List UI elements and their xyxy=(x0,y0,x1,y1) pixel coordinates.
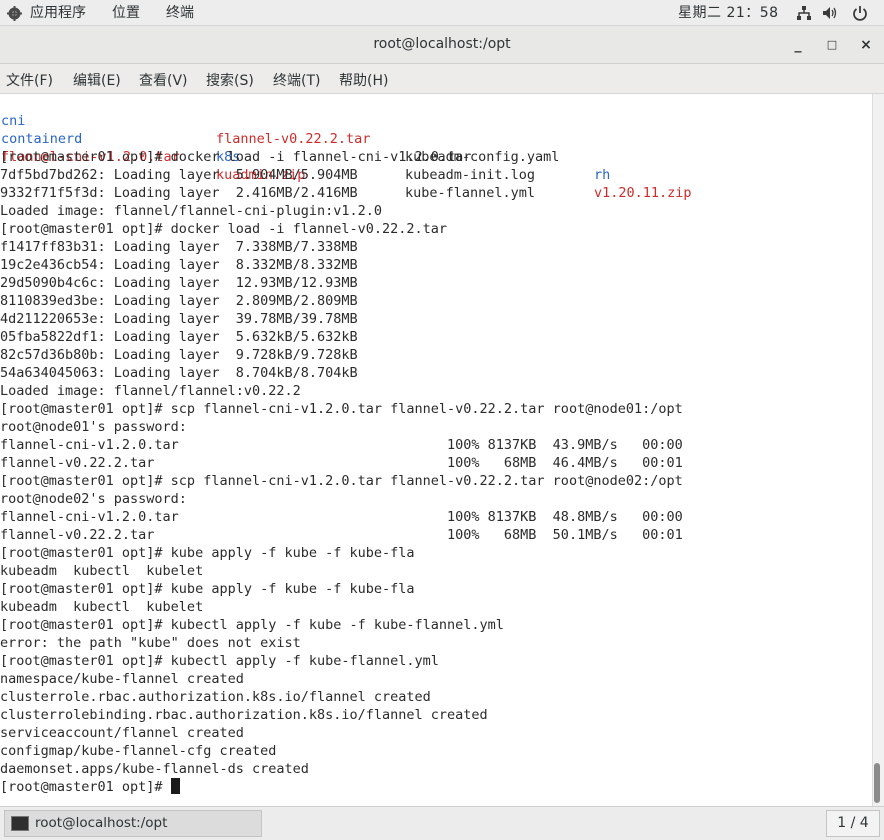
listing-archive: flannel-v0.22.2.tar xyxy=(216,131,371,147)
terminal-line: namespace/kube-flannel created xyxy=(0,671,244,687)
terminal-line: clusterrole.rbac.authorization.k8s.io/fl… xyxy=(0,689,431,705)
maximize-button[interactable]: □ xyxy=(822,35,842,55)
terminal-line: clusterrolebinding.rbac.authorization.k8… xyxy=(0,707,488,723)
terminal-line: flannel-cni-v1.2.0.tar 100% 8137KB 43.9M… xyxy=(0,437,683,453)
terminal-line: serviceaccount/flannel created xyxy=(0,725,244,741)
listing-row: flannel-cni-v1.2.0.tar kuadmin.zip kube-… xyxy=(0,130,535,201)
menu-terminal[interactable]: 终端(T) xyxy=(273,70,320,90)
taskbar-window-label: root@localhost:/opt xyxy=(35,815,168,831)
scrollbar-track[interactable] xyxy=(872,94,884,806)
taskbar-window-button[interactable]: root@localhost:/opt xyxy=(4,810,262,837)
network-icon[interactable] xyxy=(796,5,812,21)
terminal-line: [root@master01 opt]# kube apply -f kube … xyxy=(0,545,415,561)
terminal-line: 29d5090b4c6c: Loading layer 12.93MB/12.9… xyxy=(0,275,358,291)
terminal-output[interactable]: cni flannel-v0.22.2.tar kubeadm-config.y… xyxy=(0,94,872,806)
terminal-line: kubeadm kubectl kubelet xyxy=(0,599,204,615)
terminal-line: 19c2e436cb54: Loading layer 8.332MB/8.33… xyxy=(0,257,358,273)
menu-view[interactable]: 查看(V) xyxy=(139,70,188,90)
terminal-line: root@node01's password: xyxy=(0,419,187,435)
menu-edit[interactable]: 编辑(E) xyxy=(73,70,121,90)
text-cursor xyxy=(170,778,180,794)
terminal-line: 4d211220653e: Loading layer 39.78MB/39.7… xyxy=(0,311,358,327)
listing-archive: v1.20.11.zip xyxy=(594,185,692,201)
window-title-bar[interactable]: root@localhost:/opt _ □ × xyxy=(0,26,884,64)
clock[interactable]: 星期二 21：58 xyxy=(678,0,779,26)
terminal-line: Loaded image: flannel/flannel:v0.22.2 xyxy=(0,383,301,399)
terminal-line: flannel-cni-v1.2.0.tar 100% 8137KB 48.8M… xyxy=(0,509,683,525)
terminal-icon xyxy=(11,816,29,831)
menu-bar: 文件(F) 编辑(E) 查看(V) 搜索(S) 终端(T) 帮助(H) xyxy=(0,64,884,94)
bottom-taskbar: root@localhost:/opt 1 / 4 xyxy=(0,806,884,840)
prompt-line[interactable]: [root@master01 opt]# xyxy=(0,778,180,796)
terminal-line: [root@master01 opt]# scp flannel-cni-v1.… xyxy=(0,401,683,417)
system-top-bar: 应用程序 位置 终端 星期二 21：58 xyxy=(0,0,884,26)
terminal-line: [root@master01 opt]# kube apply -f kube … xyxy=(0,581,415,597)
terminal-line: kubeadm kubectl kubelet xyxy=(0,563,204,579)
terminal-line: flannel-v0.22.2.tar 100% 68MB 50.1MB/s 0… xyxy=(0,527,683,543)
shell-prompt: [root@master01 opt]# xyxy=(0,779,171,795)
terminal-line: 9332f71f5f3d: Loading layer 2.416MB/2.41… xyxy=(0,185,358,201)
terminal-line: 8110839ed3be: Loading layer 2.809MB/2.80… xyxy=(0,293,358,309)
places-menu[interactable]: 位置 xyxy=(112,0,140,26)
menu-file[interactable]: 文件(F) xyxy=(6,70,53,90)
menu-search[interactable]: 搜索(S) xyxy=(206,70,254,90)
terminal-line: f1417ff83b31: Loading layer 7.338MB/7.33… xyxy=(0,239,358,255)
apps-menu-icon[interactable] xyxy=(7,6,22,21)
terminal-line: daemonset.apps/kube-flannel-ds created xyxy=(0,761,309,777)
terminal-line: [root@master01 opt]# docker load -i flan… xyxy=(0,149,472,165)
terminal-app-menu[interactable]: 终端 xyxy=(166,0,194,26)
terminal-line: 54a634045063: Loading layer 8.704kB/8.70… xyxy=(0,365,358,381)
listing-file: kubeadm-init.log xyxy=(405,167,536,183)
listing-row: containerd k8s kubeadm-init.log v1.20.11… xyxy=(0,112,692,201)
terminal-line: [root@master01 opt]# kubectl apply -f ku… xyxy=(0,653,439,669)
listing-row: cni flannel-v0.22.2.tar kubeadm-config.y… xyxy=(0,94,610,183)
terminal-line: [root@master01 opt]# scp flannel-cni-v1.… xyxy=(0,473,683,489)
terminal-line: [root@master01 opt]# docker load -i flan… xyxy=(0,221,448,237)
terminal-line: 7df5bd7bd262: Loading layer 5.904MB/5.90… xyxy=(0,167,358,183)
workspace-switcher[interactable]: 1 / 4 xyxy=(826,810,880,837)
terminal-line: error: the path "kube" does not exist xyxy=(0,635,301,651)
terminal-line: 05fba5822df1: Loading layer 5.632kB/5.63… xyxy=(0,329,358,345)
terminal-line: flannel-v0.22.2.tar 100% 68MB 46.4MB/s 0… xyxy=(0,455,683,471)
applications-menu[interactable]: 应用程序 xyxy=(30,0,86,26)
listing-file: kube-flannel.yml xyxy=(405,185,536,201)
volume-icon[interactable] xyxy=(822,5,838,21)
terminal-line: root@node02's password: xyxy=(0,491,187,507)
scrollbar-thumb[interactable] xyxy=(874,763,880,803)
window-title: root@localhost:/opt xyxy=(373,36,511,52)
terminal-line: [root@master01 opt]# kubectl apply -f ku… xyxy=(0,617,504,633)
listing-dir: rh xyxy=(594,167,611,183)
terminal-line: Loaded image: flannel/flannel-cni-plugin… xyxy=(0,203,383,219)
close-button[interactable]: × xyxy=(856,35,876,55)
power-icon[interactable] xyxy=(852,5,868,21)
menu-help[interactable]: 帮助(H) xyxy=(339,70,388,90)
terminal-line: configmap/kube-flannel-cfg created xyxy=(0,743,277,759)
minimize-button[interactable]: _ xyxy=(788,35,808,55)
terminal-line: 82c57d36b80b: Loading layer 9.728kB/9.72… xyxy=(0,347,358,363)
